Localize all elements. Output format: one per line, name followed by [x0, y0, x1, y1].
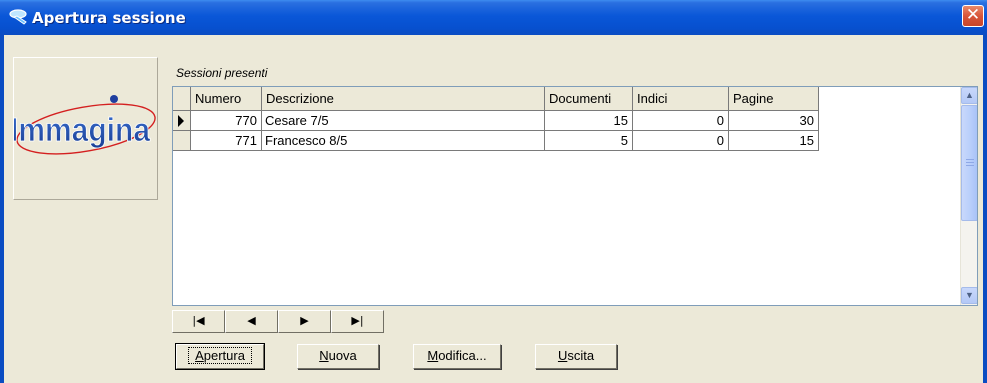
cell-numero[interactable]: 771 [191, 131, 262, 151]
modifica-hotkey: M [427, 348, 439, 363]
grid-caption: Sessioni presenti [176, 66, 268, 80]
cell-documenti[interactable]: 15 [545, 111, 633, 131]
window-frame-right [983, 35, 987, 383]
close-icon: ✕ [965, 5, 981, 25]
modifica-button[interactable]: Modifica... [413, 344, 501, 369]
close-button[interactable]: ✕ [962, 5, 984, 27]
vertical-scrollbar[interactable]: ▲ ▼ [960, 87, 977, 305]
window-title: Apertura sessione [32, 9, 186, 27]
cell-descrizione[interactable]: Francesco 8/5 [262, 131, 545, 151]
table-row[interactable]: 771 Francesco 8/5 5 0 15 [173, 131, 819, 151]
logo-panel: Immagina [10, 57, 158, 200]
last-record-icon: ▶| [351, 314, 364, 327]
grid-header-row: Numero Descrizione Documenti Indici Pagi… [173, 87, 819, 111]
column-header-numero[interactable]: Numero [191, 87, 262, 111]
apertura-focus-label: Apertura [188, 347, 252, 364]
cell-numero[interactable]: 770 [191, 111, 262, 131]
column-header-indici[interactable]: Indici [633, 87, 729, 111]
cell-indici[interactable]: 0 [633, 131, 729, 151]
scrollbar-thumb[interactable] [961, 105, 977, 221]
thumb-grip [966, 159, 974, 160]
uscita-label-rest: scita [567, 348, 595, 363]
apertura-button[interactable]: Apertura [175, 343, 265, 370]
uscita-hotkey: U [557, 348, 568, 363]
thumb-grip [966, 165, 974, 166]
column-header-descrizione[interactable]: Descrizione [262, 87, 545, 111]
immagina-logo: Immagina [10, 95, 156, 155]
table-row[interactable]: 770 Cesare 7/5 15 0 30 [173, 111, 819, 131]
title-bar[interactable]: Apertura sessione ✕ [0, 0, 987, 35]
apertura-label-rest: pertura [203, 348, 245, 363]
cell-documenti[interactable]: 5 [545, 131, 633, 151]
column-header-pagine[interactable]: Pagine [729, 87, 819, 111]
cell-descrizione[interactable]: Cesare 7/5 [262, 111, 545, 131]
chevron-up-icon: ▲ [965, 90, 974, 100]
app-key-icon [9, 9, 27, 25]
logo-text: Immagina [14, 111, 151, 148]
nav-next-button[interactable]: ▶ [278, 310, 331, 333]
current-row-arrow-icon [178, 115, 184, 127]
grid-header-indicator [173, 87, 191, 111]
column-header-documenti[interactable]: Documenti [545, 87, 633, 111]
next-record-icon: ▶ [300, 314, 309, 327]
apertura-hotkey: A [195, 348, 204, 363]
cell-pagine[interactable]: 30 [729, 111, 819, 131]
prior-record-icon: ◀ [247, 314, 256, 327]
cell-indici[interactable]: 0 [633, 111, 729, 131]
scroll-up-button[interactable]: ▲ [961, 87, 977, 104]
dialog-window: Apertura sessione ✕ Immagina Sessioni pr… [0, 0, 987, 383]
modifica-label-rest: odifica... [438, 348, 487, 363]
window-frame-left [0, 35, 4, 383]
scroll-down-button[interactable]: ▼ [961, 287, 977, 304]
nav-last-button[interactable]: ▶| [331, 310, 384, 333]
nuova-button[interactable]: Nuova [297, 344, 379, 369]
first-record-icon: |◀ [192, 314, 205, 327]
uscita-button[interactable]: Uscita [535, 344, 617, 369]
cell-pagine[interactable]: 15 [729, 131, 819, 151]
record-navigator: |◀ ◀ ▶ ▶| [172, 310, 384, 333]
thumb-grip [966, 162, 974, 163]
nav-prior-button[interactable]: ◀ [225, 310, 278, 333]
nuova-label-rest: uova [328, 348, 357, 363]
sessions-grid[interactable]: Numero Descrizione Documenti Indici Pagi… [172, 86, 978, 306]
grid-body: Numero Descrizione Documenti Indici Pagi… [173, 87, 960, 305]
nav-first-button[interactable]: |◀ [172, 310, 225, 333]
chevron-down-icon: ▼ [965, 290, 974, 300]
row-indicator[interactable] [173, 111, 191, 131]
row-indicator[interactable] [173, 131, 191, 151]
nuova-hotkey: N [319, 348, 329, 363]
